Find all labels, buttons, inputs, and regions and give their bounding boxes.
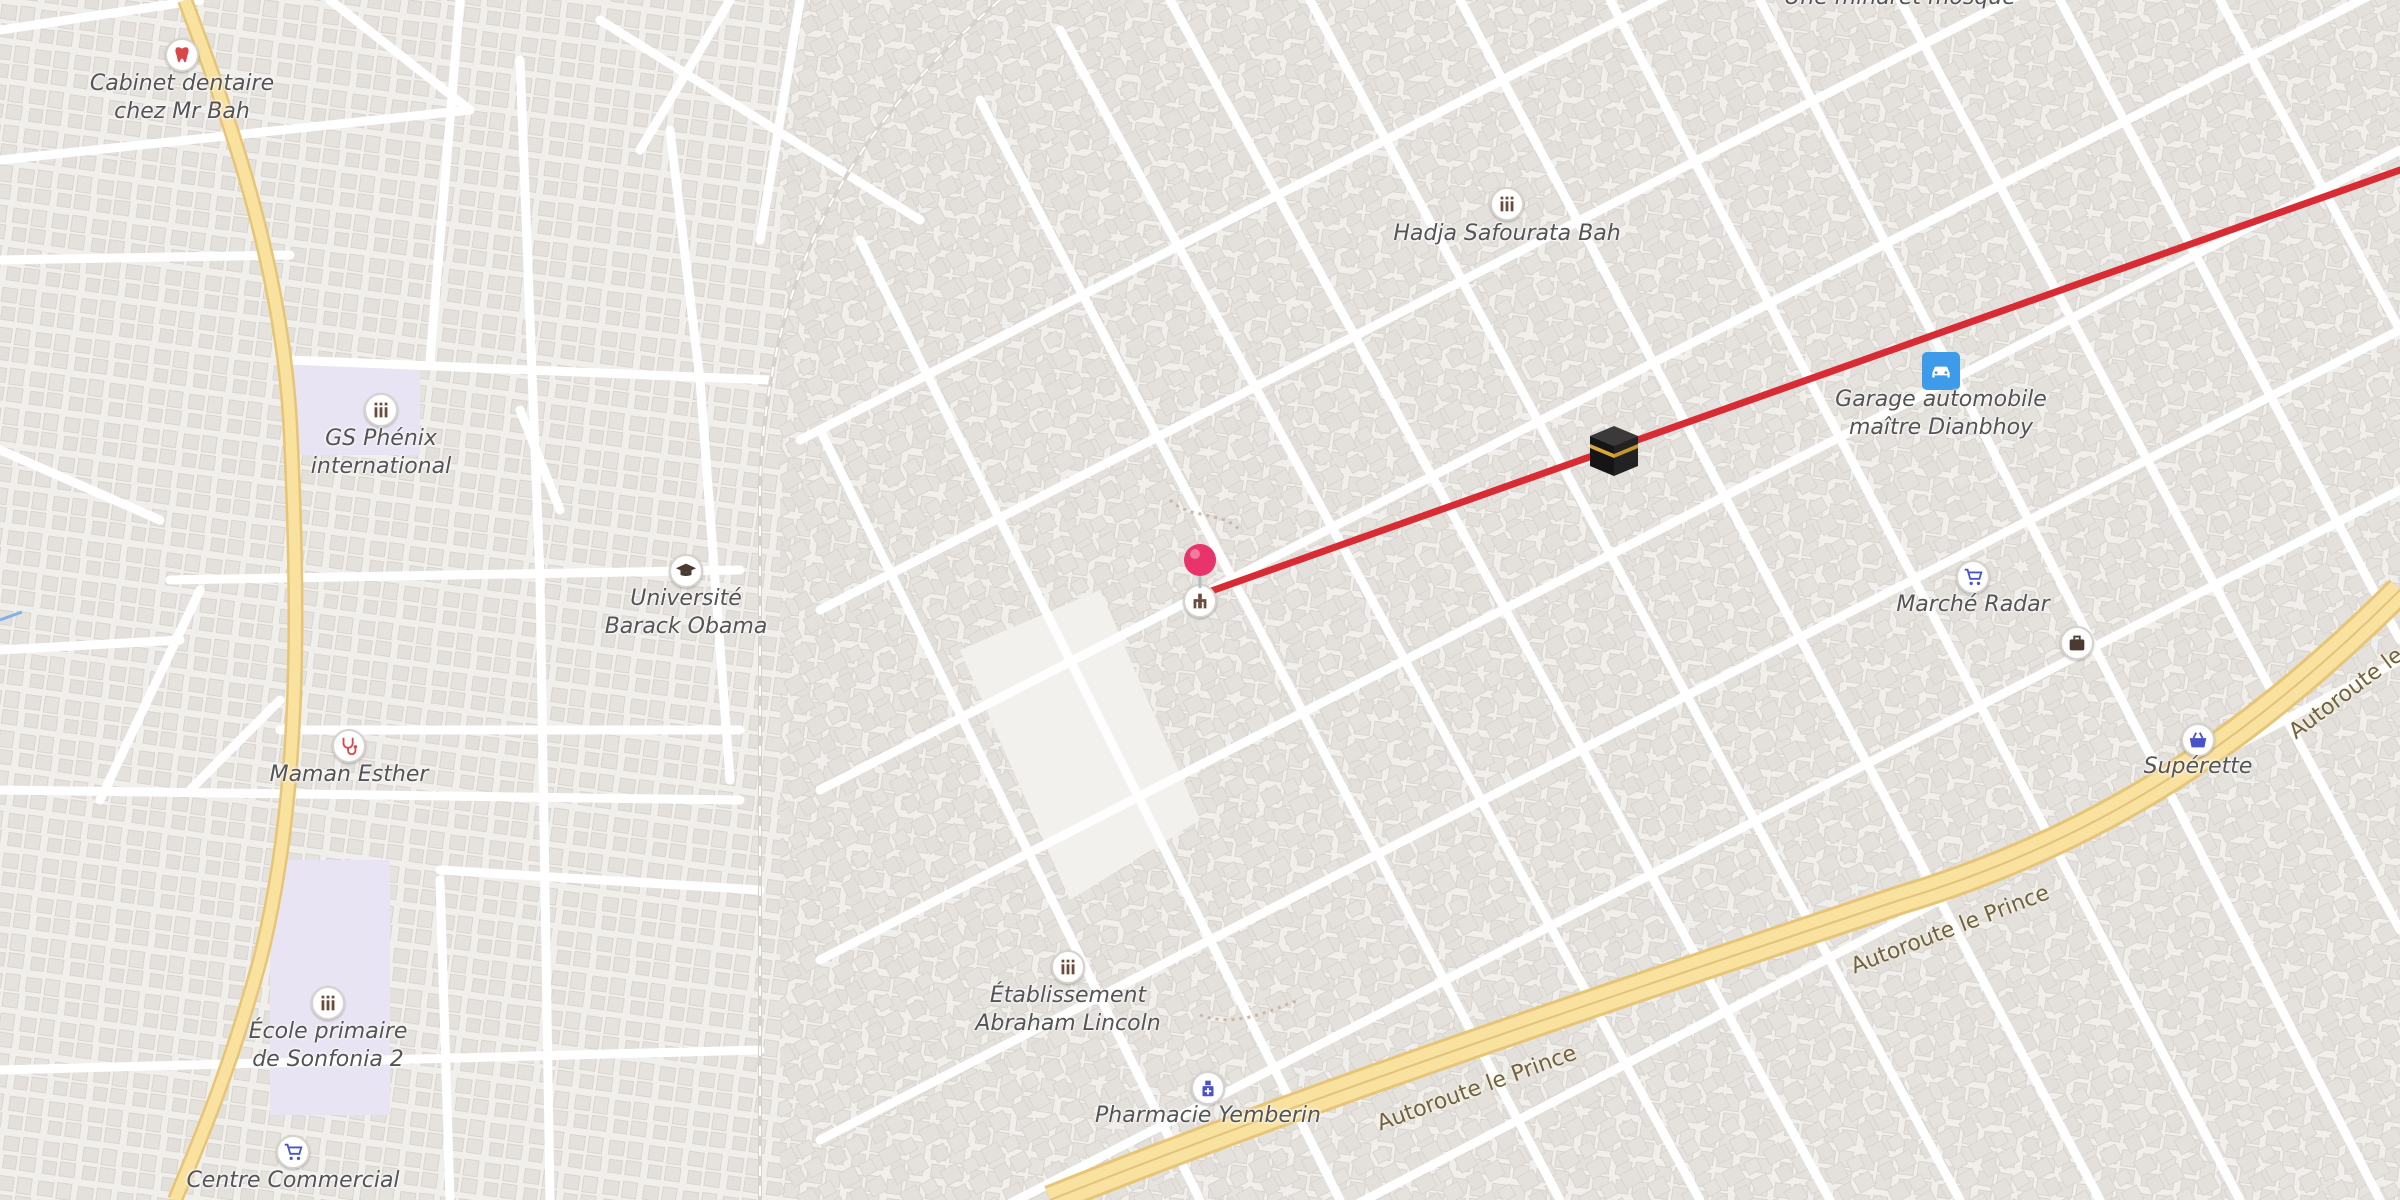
bag-icon[interactable]	[2060, 626, 2094, 660]
shopping-cart-icon[interactable]	[276, 1135, 310, 1169]
map-canvas[interactable]: Autoroute le Prince Autoroute le Prince …	[0, 0, 2400, 1200]
school-icon[interactable]	[311, 986, 345, 1020]
school-icon[interactable]	[1051, 950, 1085, 984]
pharmacy-icon[interactable]	[1191, 1071, 1225, 1105]
stethoscope-icon[interactable]	[332, 729, 366, 763]
shopping-cart-icon[interactable]	[1956, 560, 1990, 594]
tooth-icon[interactable]	[165, 38, 199, 72]
school-icon[interactable]	[1490, 187, 1524, 221]
car-icon[interactable]	[1922, 352, 1960, 390]
map-pin-icon[interactable]	[1181, 542, 1219, 592]
school-icon[interactable]	[364, 393, 398, 427]
shopping-basket-icon[interactable]	[2181, 723, 2215, 757]
graduation-cap-icon[interactable]	[669, 554, 703, 588]
kaaba-icon[interactable]	[1584, 422, 1644, 482]
